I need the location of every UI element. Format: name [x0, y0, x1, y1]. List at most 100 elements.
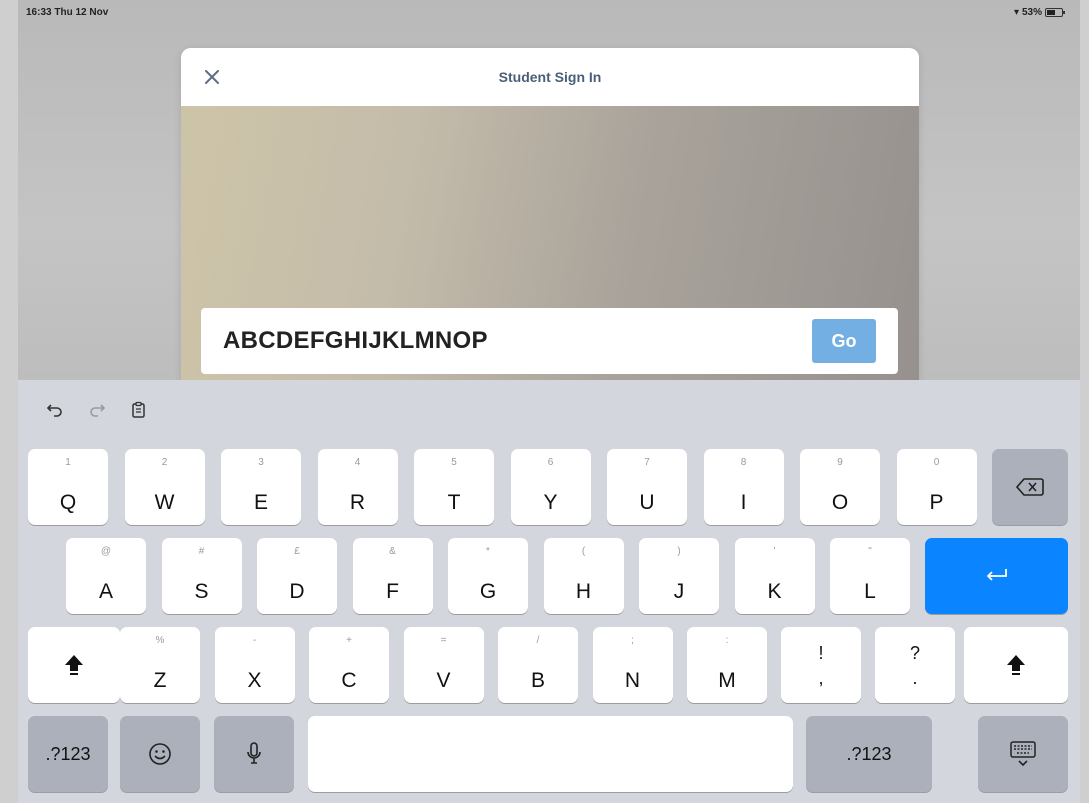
paste-button[interactable]	[128, 399, 150, 421]
close-button[interactable]	[201, 66, 223, 88]
key-label: B	[530, 669, 545, 692]
key-hint: #	[198, 546, 205, 557]
key-label: V	[436, 669, 451, 692]
key-t[interactable]: 5T	[414, 449, 494, 525]
numbers-key-label: .?123	[45, 743, 91, 764]
key-hint: &	[389, 546, 396, 557]
numbers-key-left[interactable]: .?123	[28, 716, 108, 792]
key-label: A	[98, 580, 113, 603]
key-j[interactable]: ) J	[639, 538, 719, 614]
key-label: W	[154, 491, 175, 514]
dictation-key[interactable]	[214, 716, 294, 792]
key-hint: 8	[740, 457, 747, 468]
key-question-period[interactable]: ?.	[875, 627, 955, 703]
key-p[interactable]: 0P	[896, 449, 977, 525]
key-hint: 7	[644, 457, 650, 468]
wifi-icon: ▾	[1013, 7, 1019, 18]
key-hint: @	[100, 546, 112, 557]
key-hint: 4	[354, 457, 361, 468]
key-label: O	[831, 491, 849, 514]
key-g[interactable]: * G	[448, 538, 528, 614]
key-b[interactable]: / B	[498, 627, 578, 703]
key-exclaim-comma[interactable]: !,	[781, 627, 861, 703]
key-m[interactable]: :M	[687, 627, 767, 703]
key-v[interactable]: = V	[403, 627, 484, 703]
redo-icon	[90, 404, 106, 417]
key-label: S	[194, 580, 209, 603]
key-hint: /	[536, 635, 540, 646]
return-key[interactable]	[925, 538, 1068, 614]
key-label: T	[447, 491, 461, 514]
key-z[interactable]: % Z	[120, 627, 200, 703]
undo-button[interactable]	[44, 399, 66, 421]
shift-key-right[interactable]	[964, 627, 1068, 703]
class-code-input[interactable]	[223, 327, 812, 355]
numbers-key-right[interactable]: .?123	[806, 716, 932, 792]
key-label: C	[341, 669, 357, 692]
key-d[interactable]: £ D	[257, 538, 337, 614]
key-label: Y	[543, 491, 558, 514]
key-r[interactable]: 4R	[317, 449, 398, 525]
microphone-icon	[247, 742, 261, 764]
space-bar[interactable]	[308, 716, 793, 792]
shift-icon	[65, 655, 83, 675]
key-k[interactable]: ' K	[734, 538, 815, 614]
key-hint: +	[346, 635, 352, 646]
key-u[interactable]: 7U	[607, 449, 687, 525]
key-x[interactable]: -X	[214, 627, 295, 703]
modal-header: Student Sign In	[181, 48, 919, 106]
key-i[interactable]: 8I	[703, 449, 784, 525]
redo-button[interactable]	[86, 399, 108, 421]
key-label: Z	[153, 669, 167, 692]
key-hint: "	[868, 546, 872, 557]
key-f[interactable]: & F	[352, 538, 433, 614]
paste-icon	[132, 401, 145, 418]
key-hint: =	[440, 635, 447, 646]
numbers-key-label: .?123	[846, 743, 892, 764]
key-c[interactable]: + C	[309, 627, 389, 703]
key-l[interactable]: " L	[830, 538, 910, 614]
code-entry-bar: Go	[201, 308, 898, 374]
key-label: L	[864, 580, 876, 603]
key-hint: (	[581, 546, 586, 557]
key-hint: -	[252, 635, 257, 646]
key-h[interactable]: (H	[543, 538, 624, 614]
backspace-icon	[1015, 478, 1044, 496]
emoji-key[interactable]	[120, 716, 200, 792]
status-right: ▾ 53%	[1013, 7, 1065, 18]
student-sign-in-modal: Student Sign In Go	[181, 48, 919, 380]
key-o[interactable]: 9O	[800, 449, 880, 525]
key-hint: '	[773, 546, 776, 557]
key-w[interactable]: 2W	[124, 449, 205, 525]
close-icon	[205, 70, 219, 84]
key-n[interactable]: ; N	[592, 627, 673, 703]
key-label: Q	[59, 491, 77, 514]
key-y[interactable]: 6Y	[510, 449, 591, 525]
key-hint: 2	[161, 457, 168, 468]
key-a[interactable]: @ A	[66, 538, 146, 614]
key-hint: 1	[65, 457, 71, 468]
key-label: I	[740, 491, 747, 514]
key-label: P	[929, 491, 944, 514]
key-label: .	[912, 668, 918, 688]
key-label: R	[349, 491, 366, 514]
shift-key-left[interactable]	[28, 627, 120, 703]
key-label: F	[386, 580, 399, 603]
battery-icon	[1045, 8, 1065, 17]
key-label: J	[673, 580, 685, 603]
key-e[interactable]: 3E	[221, 449, 301, 525]
key-hint: 9	[837, 457, 843, 468]
key-hint: ;	[631, 635, 634, 646]
key-hint: *	[486, 546, 490, 557]
key-hint: £	[294, 546, 300, 557]
go-button[interactable]: Go	[812, 319, 876, 363]
key-label: E	[253, 491, 268, 514]
dismiss-keyboard-key[interactable]	[978, 716, 1068, 792]
key-q[interactable]: 1Q	[28, 449, 108, 525]
key-label: N	[624, 669, 641, 692]
key-s[interactable]: # S	[161, 538, 242, 614]
emoji-icon	[149, 743, 171, 765]
key-label: D	[289, 580, 305, 603]
backspace-key[interactable]	[992, 449, 1068, 525]
key-label: H	[575, 580, 592, 603]
